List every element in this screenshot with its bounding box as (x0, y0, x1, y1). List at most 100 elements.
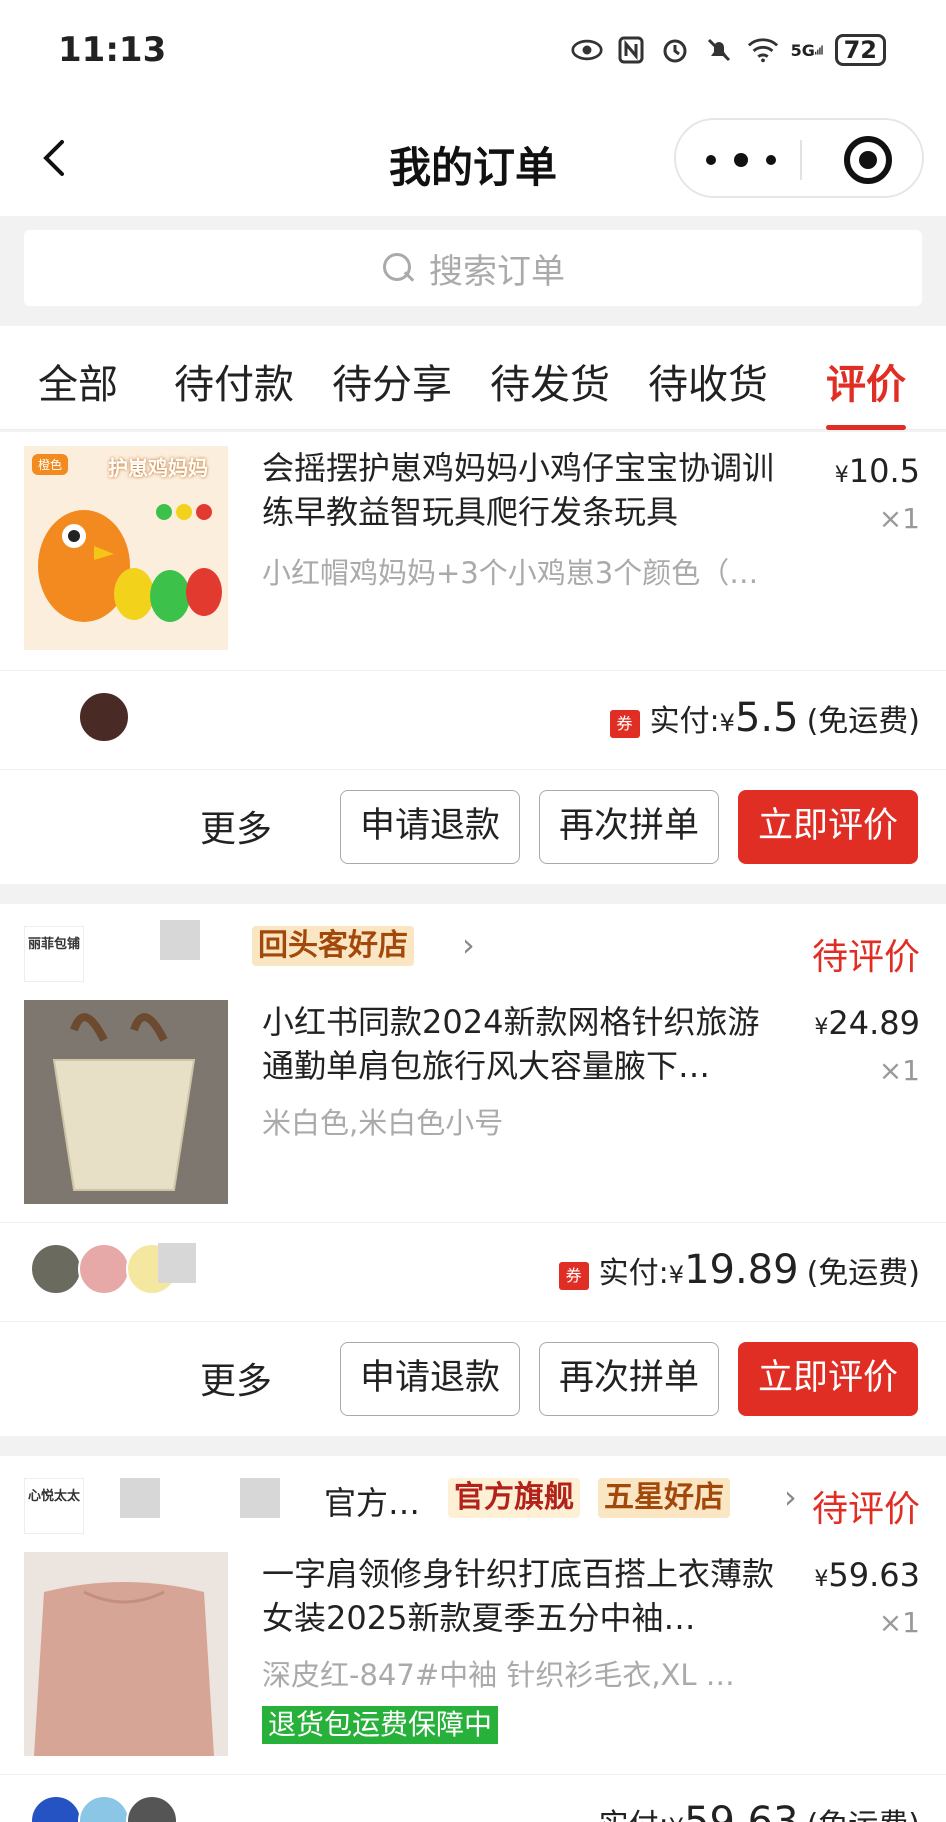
paid-label: 实付: (599, 1800, 669, 1822)
currency-symbol: ¥ (834, 463, 849, 488)
signal-icon: 5G (791, 36, 823, 64)
avatar (126, 1795, 178, 1822)
nav-bar: 我的订单 (0, 100, 946, 216)
review-button[interactable]: 立即评价 (738, 790, 918, 864)
avatar (30, 1243, 82, 1295)
shop-tag: 五星好店 (598, 1478, 730, 1518)
more-menu-icon[interactable] (706, 145, 776, 175)
avatar (78, 1243, 130, 1295)
eye-icon (571, 36, 603, 64)
image-caption: 护崽鸡妈妈 (108, 456, 208, 480)
shipping-note: (免运费) (806, 704, 920, 739)
paid-value: 59.63 (684, 1799, 799, 1822)
order-card: 心悦太太 官方… 官方旗舰 五星好店 › 待评价 一字肩领修身针织打底百搭上衣薄… (0, 1456, 946, 1822)
product-title[interactable]: 小红书同款2024新款网格针织旅游通勤单肩包旅行风大容量腋下… (262, 1000, 782, 1088)
coupon-icon: 券 (609, 710, 640, 738)
more-button[interactable]: 更多 (200, 1352, 272, 1404)
paid-label: 实付: (649, 704, 720, 739)
tab-pending-receipt[interactable]: 待收货 (648, 352, 768, 430)
shipping-note: (免运费) (807, 1800, 920, 1822)
currency-symbol: ¥ (719, 709, 735, 737)
paid-amount: 券 实付: ¥ 5.5 (免运费) (609, 695, 920, 741)
tab-review[interactable]: 评价 (826, 352, 906, 430)
search-area: 搜索订单 (0, 216, 946, 326)
paid-value: 5.5 (734, 695, 799, 741)
product-image[interactable] (24, 1000, 228, 1204)
shop-row[interactable]: 心悦太太 官方… 官方旗舰 五星好店 › 待评价 (0, 1456, 946, 1546)
product-price: ¥24.89 (814, 1004, 920, 1042)
mini-program-capsule (674, 118, 924, 198)
status-time: 11:13 (58, 30, 167, 70)
coupon-icon: 券 (558, 1262, 589, 1290)
search-placeholder: 搜索订单 (429, 251, 565, 292)
product-qty: ×1 (878, 1054, 920, 1087)
chevron-right-icon: › (462, 926, 475, 964)
paid-value: 19.89 (684, 1247, 799, 1293)
shop-logo: 丽菲包铺 (24, 926, 84, 982)
product-sku: 深皮红-847#中袖 针织衫毛衣,XL … (262, 1658, 735, 1692)
chevron-right-icon: › (784, 1478, 797, 1516)
shop-name-redacted (160, 920, 200, 960)
regroup-button[interactable]: 再次拼单 (539, 1342, 719, 1416)
return-shipping-badge: 退货包运费保障中 (262, 1706, 499, 1744)
nfc-icon (615, 36, 647, 64)
avatar (78, 1795, 130, 1822)
paid-amount: 券 实付: ¥ 19.89 (免运费) (558, 1247, 920, 1293)
pay-row: 实付: ¥ 59.63 (免运费) (0, 1774, 946, 1822)
product-qty: ×1 (878, 502, 920, 535)
shop-logo: 心悦太太 (24, 1478, 84, 1534)
product-qty: ×1 (878, 1606, 920, 1639)
paid-amount: 实付: ¥ 59.63 (免运费) (599, 1799, 920, 1822)
image-tag: 橙色 (32, 454, 69, 475)
product-image[interactable] (24, 1552, 228, 1756)
order-status: 待评价 (811, 937, 920, 978)
action-row: 更多 申请退款 再次拼单 立即评价 (0, 770, 946, 884)
close-target-icon[interactable] (844, 136, 892, 184)
order-card: 丽菲包铺 回头客好店 › 待评价 小红书同款2024新款网格针织旅游通勤单肩包旅… (0, 904, 946, 1436)
regroup-button[interactable]: 再次拼单 (539, 790, 719, 864)
order-card: 橙色 护崽鸡妈妈 会摇摆护崽鸡妈妈小鸡仔宝宝协调训练早教益智玩具爬行发条玩具 小… (0, 432, 946, 884)
pay-row: 券 实付: ¥ 19.89 (免运费) (0, 1222, 946, 1322)
pay-row: 券 实付: ¥ 5.5 (免运费) (0, 670, 946, 770)
currency-symbol: ¥ (814, 1015, 829, 1040)
price-value: 59.63 (828, 1556, 920, 1594)
avatar (30, 1795, 82, 1822)
signal-type: 5G (790, 40, 815, 60)
avatar (78, 691, 130, 743)
currency-symbol: ¥ (669, 1813, 684, 1822)
currency-symbol: ¥ (814, 1567, 829, 1592)
status-bar: 11:13 5G 72 (0, 0, 946, 100)
tab-pending-payment[interactable]: 待付款 (174, 352, 294, 430)
price-value: 24.89 (828, 1004, 920, 1042)
product-image[interactable]: 橙色 护崽鸡妈妈 (24, 446, 228, 650)
shop-tag: 回头客好店 (252, 926, 414, 966)
more-button[interactable]: 更多 (200, 800, 272, 852)
tab-all[interactable]: 全部 (38, 352, 118, 430)
alarm-icon (659, 36, 691, 64)
tab-pending-shipment[interactable]: 待发货 (490, 352, 610, 430)
review-button[interactable]: 立即评价 (738, 1342, 918, 1416)
avatar-redacted (158, 1243, 196, 1283)
tab-pending-share[interactable]: 待分享 (332, 352, 452, 430)
shop-name: 官方… (324, 1484, 421, 1522)
shipping-note: (免运费) (806, 1256, 920, 1291)
shop-tag: 官方旗舰 (448, 1478, 580, 1518)
product-title[interactable]: 一字肩领修身针织打底百搭上衣薄款女装2025新款夏季五分中袖… (262, 1552, 782, 1640)
search-input[interactable]: 搜索订单 (24, 230, 922, 306)
shop-name-redacted (120, 1478, 160, 1518)
product-sku: 小红帽鸡妈妈+3个小鸡崽3个颜色（… (262, 556, 759, 590)
mute-bell-icon (703, 36, 735, 64)
paid-label: 实付: (598, 1256, 669, 1291)
refund-button[interactable]: 申请退款 (340, 1342, 520, 1416)
capsule-divider (800, 140, 802, 180)
product-price: ¥10.5 (835, 452, 920, 490)
battery-icon: 72 (834, 34, 886, 66)
action-row: 更多 申请退款 再次拼单 立即评价 (0, 1322, 946, 1436)
shop-row[interactable]: 丽菲包铺 回头客好店 › 待评价 (0, 904, 946, 994)
product-title[interactable]: 会摇摆护崽鸡妈妈小鸡仔宝宝协调训练早教益智玩具爬行发条玩具 (262, 446, 782, 534)
status-icons: 5G 72 (571, 34, 886, 66)
product-price: ¥59.63 (814, 1556, 920, 1594)
refund-button[interactable]: 申请退款 (340, 790, 520, 864)
product-sku: 米白色,米白色小号 (262, 1106, 504, 1140)
order-tabs: 全部 待付款 待分享 待发货 待收货 评价 (0, 326, 946, 430)
